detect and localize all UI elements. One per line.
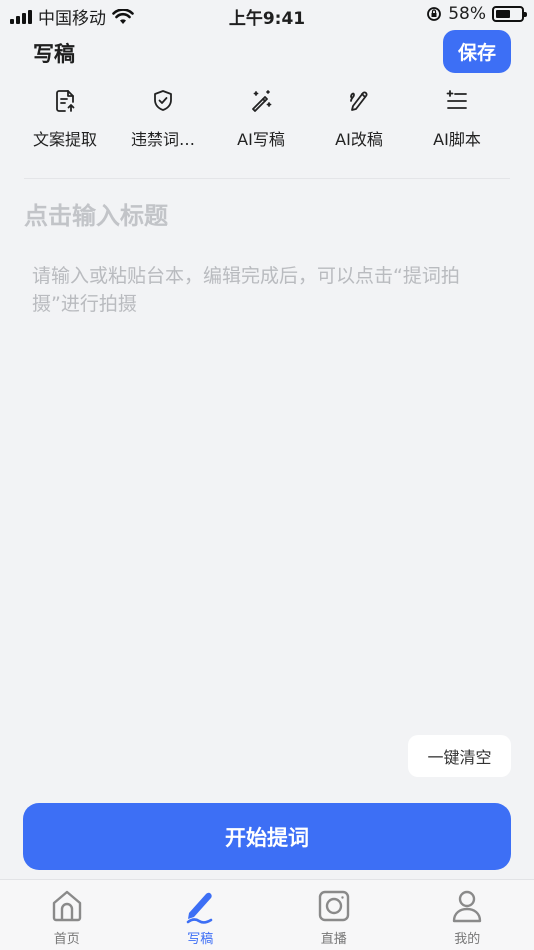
tool-banned-words[interactable]: 违禁词…: [114, 88, 212, 168]
header: 写稿 保存: [0, 30, 534, 76]
tab-label: 我的: [454, 932, 481, 947]
live-camera-icon: [318, 890, 349, 922]
tool-bar: 文案提取 违禁词… AI写稿 AI改稿 AI脚本: [16, 88, 506, 168]
page-title: 写稿: [33, 42, 75, 66]
orientation-lock-icon: [427, 7, 442, 21]
magic-wand-icon: [252, 90, 272, 112]
battery-icon: [492, 6, 527, 22]
tab-home[interactable]: 首页: [12, 880, 122, 950]
tab-live[interactable]: 直播: [279, 880, 389, 950]
title-input[interactable]: 点击输入标题: [24, 196, 504, 238]
signal-icon: [10, 9, 32, 24]
carrier-label: 中国移动: [38, 9, 106, 29]
tab-write[interactable]: 写稿: [145, 880, 255, 950]
clear-all-button[interactable]: 一键清空: [408, 735, 511, 777]
write-icon: [186, 892, 213, 924]
list-sparkle-icon: [446, 90, 467, 109]
tool-label: 文案提取: [32, 130, 97, 149]
battery-percent: 58%: [448, 4, 486, 24]
status-bar: 中国移动 上午9:41 58%: [0, 0, 534, 30]
tool-label: AI脚本: [433, 130, 481, 149]
wifi-icon: [112, 8, 134, 24]
status-right: 58%: [426, 4, 527, 24]
shield-check-icon: [154, 90, 172, 111]
tool-text-extract[interactable]: 文案提取: [16, 88, 114, 168]
start-prompter-button[interactable]: 开始提词: [23, 803, 511, 870]
pen-icon: [350, 91, 368, 111]
script-textarea[interactable]: 请输入或粘贴台本，编辑完成后，可以点击“提词拍摄”进行拍摄: [32, 262, 492, 318]
tool-ai-revise[interactable]: AI改稿: [310, 88, 408, 168]
tool-ai-script[interactable]: AI脚本: [408, 88, 506, 168]
home-icon: [52, 890, 81, 922]
tool-label: 违禁词…: [130, 130, 195, 149]
tab-label: 写稿: [187, 932, 214, 947]
document-extract-icon: [56, 90, 75, 112]
battery-level: [496, 10, 510, 18]
tool-ai-write[interactable]: AI写稿: [212, 88, 310, 168]
tab-label: 直播: [320, 932, 347, 947]
save-button[interactable]: 保存: [443, 30, 511, 73]
tab-bar: 首页 写稿 直播 我的: [0, 879, 534, 950]
tab-profile[interactable]: 我的: [412, 880, 522, 950]
tab-label: 首页: [53, 932, 80, 947]
tool-label: AI改稿: [335, 130, 383, 149]
profile-icon: [453, 890, 482, 923]
toolbar-divider: [24, 178, 510, 179]
tool-label: AI写稿: [237, 130, 285, 149]
status-left: 中国移动: [10, 4, 134, 29]
